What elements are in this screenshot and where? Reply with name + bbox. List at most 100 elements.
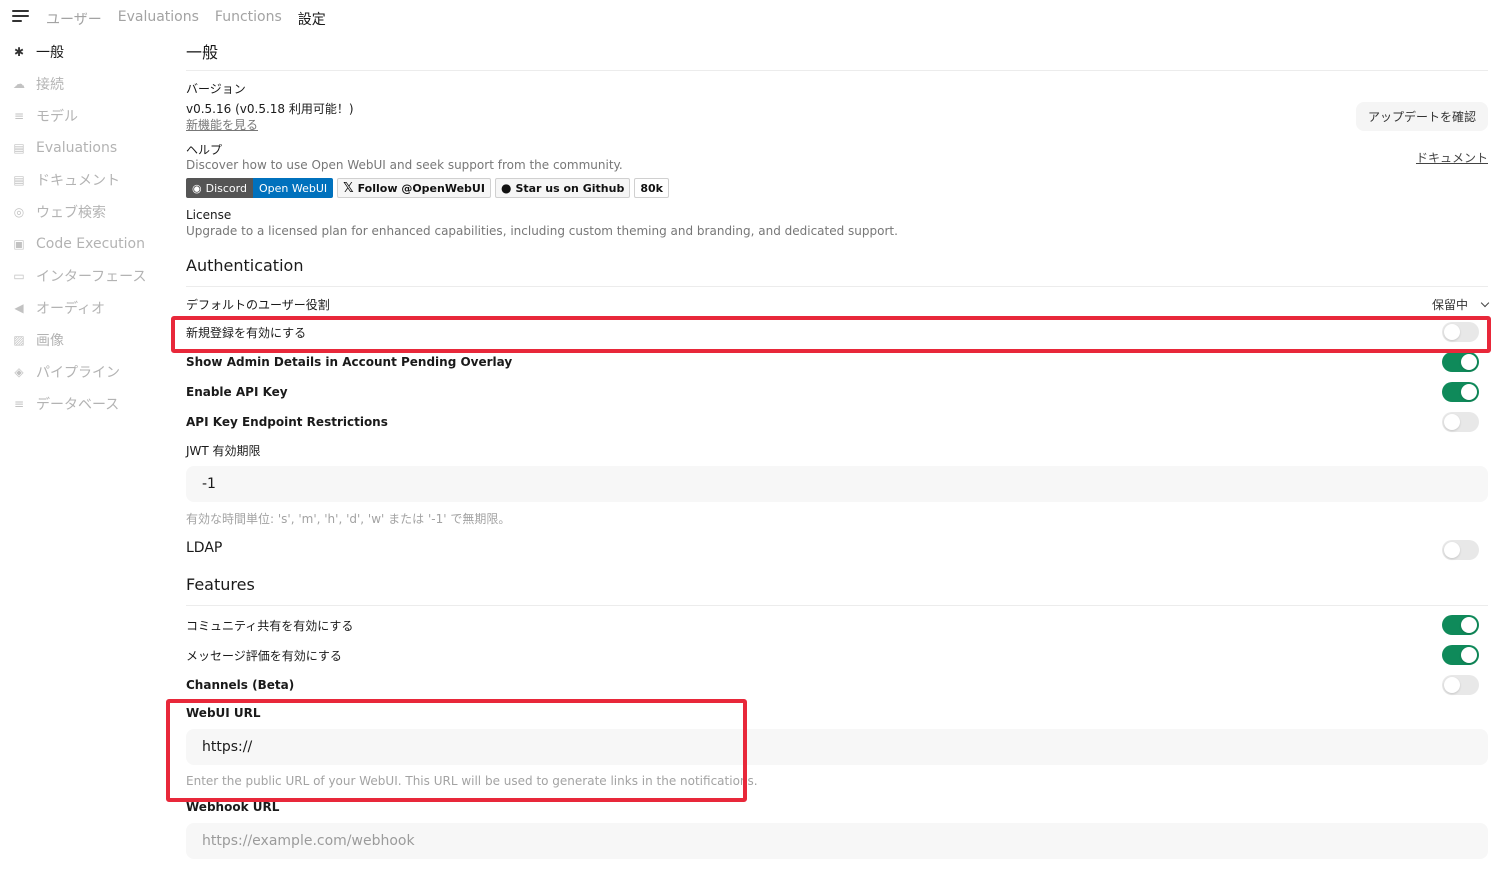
ldap-toggle[interactable]: [1442, 540, 1479, 560]
sidebar-item-label: 接続: [36, 77, 64, 93]
chevron-down-icon: [1480, 298, 1490, 308]
sidebar-item-label: モデル: [36, 109, 78, 125]
signup-toggle[interactable]: [1442, 322, 1479, 342]
github-badge-label: Star us on Github: [515, 181, 625, 195]
twitter-badge[interactable]: 𝕏 Follow @OpenWebUI: [337, 178, 491, 198]
admin-details-label: Show Admin Details in Account Pending Ov…: [186, 355, 513, 369]
webhook-url-input[interactable]: https://example.com/webhook: [186, 823, 1488, 859]
toggle-knob: [1444, 414, 1460, 430]
api-key-label: Enable API Key: [186, 385, 288, 399]
sidebar-item-models[interactable]: ≡ モデル: [12, 100, 172, 132]
sidebar-item-label: インターフェース: [36, 269, 147, 285]
docs-link[interactable]: ドキュメント: [1416, 149, 1488, 166]
gear-icon: ✱: [13, 45, 25, 59]
discord-badge[interactable]: ◉ Discord Open WebUI: [186, 178, 334, 198]
message-rating-toggle[interactable]: [1442, 645, 1479, 665]
sidebar-item-connections[interactable]: ☁ 接続: [12, 68, 172, 100]
nav-tabs: ユーザー Evaluations Functions 設定: [46, 9, 326, 29]
sidebar-item-web-search[interactable]: ◎ ウェブ検索: [12, 196, 172, 228]
sidebar-item-code-execution[interactable]: ▣ Code Execution: [12, 228, 172, 260]
sidebar-item-label: 一般: [36, 45, 64, 61]
help-label: ヘルプ: [186, 143, 223, 157]
signup-label: 新規登録を有効にする: [186, 326, 307, 340]
terminal-icon: ▣: [13, 237, 25, 251]
github-badge[interactable]: ● Star us on Github: [494, 178, 631, 198]
message-rating-label: メッセージ評価を有効にする: [186, 649, 342, 663]
features-section-title: Features: [186, 575, 255, 594]
discord-icon: ◉: [192, 181, 202, 195]
community-sharing-label: コミュニティ共有を有効にする: [186, 619, 354, 633]
check-update-button[interactable]: アップデートを確認: [1355, 102, 1488, 131]
sidebar-item-database[interactable]: ≡ データベース: [12, 388, 172, 420]
document-icon: ▤: [13, 141, 25, 155]
sidebar-item-label: パイプライン: [36, 365, 120, 381]
globe-icon: ◎: [13, 205, 25, 219]
sidebar-item-documents[interactable]: ▤ ドキュメント: [12, 164, 172, 196]
toggle-knob: [1461, 384, 1477, 400]
version-label: バージョン: [186, 82, 246, 96]
page-title: 一般: [186, 43, 219, 62]
default-role-select[interactable]: 保留中: [1431, 296, 1490, 313]
webui-url-help: Enter the public URL of your WebUI. This…: [186, 774, 758, 788]
database-icon: ≡: [13, 397, 25, 411]
sidebar-item-label: オーディオ: [36, 301, 106, 317]
tab-settings[interactable]: 設定: [298, 9, 326, 29]
sidebar-item-interface[interactable]: ▭ インターフェース: [12, 260, 172, 292]
sidebar-item-label: Code Execution: [36, 236, 145, 252]
ldap-label: LDAP: [186, 540, 223, 556]
database-icon: ≡: [13, 109, 25, 123]
twitter-badge-label: Follow @OpenWebUI: [357, 181, 485, 195]
layers-icon: ◈: [14, 365, 24, 379]
webui-url-label: WebUI URL: [186, 706, 261, 720]
sidebar-item-general[interactable]: ✱ 一般: [12, 36, 172, 68]
sidebar-item-label: ドキュメント: [36, 173, 120, 189]
toggle-knob: [1461, 354, 1477, 370]
sidebar-item-audio[interactable]: ◀ オーディオ: [12, 292, 172, 324]
whats-new-link[interactable]: 新機能を見る: [186, 116, 258, 133]
default-role-label: デフォルトのユーザー役割: [186, 298, 330, 312]
highlight-box-signup: [171, 316, 1491, 353]
divider: [186, 605, 1488, 606]
discord-badge-label: Discord: [205, 181, 247, 195]
toggle-knob: [1444, 677, 1460, 693]
top-nav: ユーザー Evaluations Functions 設定: [0, 0, 1507, 36]
jwt-help-text: 有効な時間単位: 's', 'm', 'h', 'd', 'w' または '-1…: [186, 512, 511, 526]
api-key-toggle[interactable]: [1442, 382, 1479, 402]
default-role-value: 保留中: [1431, 298, 1468, 312]
toggle-knob: [1444, 542, 1460, 558]
sidebar-item-label: ウェブ検索: [36, 205, 106, 221]
image-icon: ▨: [13, 333, 25, 347]
x-logo-icon: 𝕏: [343, 180, 354, 196]
version-value: v0.5.16 (v0.5.18 利用可能！): [186, 102, 354, 116]
community-badges: ◉ Discord Open WebUI 𝕏 Follow @OpenWebUI ●…: [186, 178, 669, 198]
sidebar-item-images[interactable]: ▨ 画像: [12, 324, 172, 356]
auth-section-title: Authentication: [186, 256, 304, 275]
github-icon: ●: [500, 181, 512, 195]
api-restrict-toggle[interactable]: [1442, 412, 1479, 432]
toggle-knob: [1461, 647, 1477, 663]
sidebar-item-pipelines[interactable]: ◈ パイプライン: [12, 356, 172, 388]
channels-toggle[interactable]: [1442, 675, 1479, 695]
settings-sidebar: ✱ 一般 ☁ 接続 ≡ モデル ▤ Evaluations ▤ ドキュメント ◎…: [12, 36, 172, 420]
sidebar-item-label: Evaluations: [36, 140, 118, 156]
sidebar-item-evaluations[interactable]: ▤ Evaluations: [12, 132, 172, 164]
menu-icon[interactable]: [12, 10, 29, 24]
jwt-expiry-input[interactable]: -1: [186, 466, 1488, 502]
toggle-knob: [1444, 324, 1460, 340]
cloud-icon: ☁: [13, 77, 25, 91]
divider: [186, 70, 1488, 71]
admin-details-toggle[interactable]: [1442, 352, 1479, 372]
toggle-knob: [1461, 617, 1477, 633]
api-restrict-label: API Key Endpoint Restrictions: [186, 415, 388, 429]
document-icon: ▤: [13, 173, 25, 187]
channels-label: Channels (Beta): [186, 678, 295, 692]
tab-users[interactable]: ユーザー: [46, 9, 102, 29]
jwt-label: JWT 有効期限: [186, 444, 261, 458]
community-sharing-toggle[interactable]: [1442, 615, 1479, 635]
webui-url-input[interactable]: https://: [186, 729, 1488, 765]
github-stars-count[interactable]: 80k: [634, 178, 669, 198]
license-label: License: [186, 208, 232, 222]
tab-functions[interactable]: Functions: [215, 9, 282, 29]
discord-badge-value: Open WebUI: [252, 178, 334, 198]
tab-evaluations[interactable]: Evaluations: [118, 9, 199, 29]
